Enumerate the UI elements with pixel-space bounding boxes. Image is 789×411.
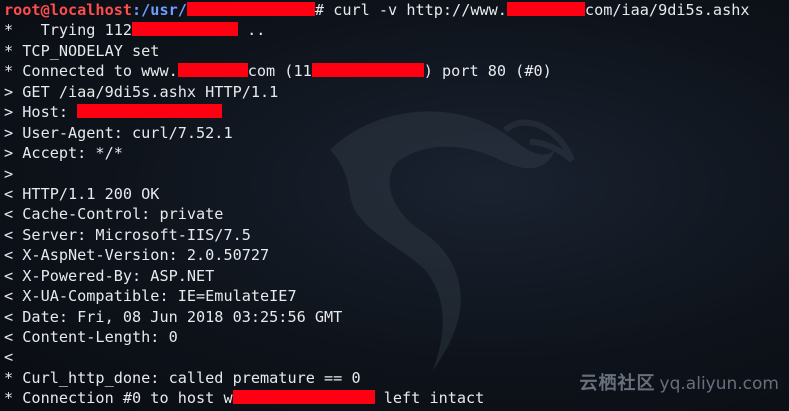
watermark: 云栖社区 yq.aliyun.com xyxy=(580,369,779,395)
redacted-block xyxy=(77,104,223,119)
output-line: * TCP_NODELAY set xyxy=(4,41,160,60)
prompt-path: :/usr/ xyxy=(132,1,187,19)
prompt-line: root@localhost:/usr/ # curl -v http://www… xyxy=(4,0,789,20)
output-line: < xyxy=(4,348,14,367)
output-line: * Connected to www. com (11 ) port 80 (#0) xyxy=(4,61,789,81)
output-text: ) port 80 (#0) xyxy=(423,62,552,81)
output-text: > Host: xyxy=(4,103,78,122)
output-text: * Connection #0 to host w xyxy=(4,389,233,408)
redacted-block xyxy=(186,2,315,16)
output-line: < X-AspNet-Version: 2.0.50727 xyxy=(4,246,270,265)
output-line: < X-Powered-By: ASP.NET xyxy=(4,266,215,285)
terminal-window[interactable]: root@localhost:/usr/ # curl -v http://www… xyxy=(0,0,789,411)
output-line: > Host: xyxy=(4,102,789,122)
output-text: * Connected to www. xyxy=(4,62,178,81)
redacted-block xyxy=(232,390,375,405)
output-text: * Trying 112 xyxy=(4,21,133,40)
redacted-block xyxy=(177,63,248,78)
prompt-user-host: root@localhost xyxy=(4,1,133,19)
output-line: < HTTP/1.1 200 OK xyxy=(4,184,160,203)
output-line: > User-Agent: curl/7.52.1 xyxy=(4,123,233,142)
output-line: < Date: Fri, 08 Jun 2018 03:25:56 GMT xyxy=(4,307,343,326)
output-line: < X-UA-Compatible: IE=EmulateIE7 xyxy=(4,287,297,306)
redacted-block xyxy=(132,22,239,37)
command-url-tail: com/iaa/9di5s.ashx xyxy=(584,1,750,19)
output-line: < Cache-Control: private xyxy=(4,205,224,224)
watermark-brand: 云栖社区 xyxy=(579,373,656,394)
redacted-block xyxy=(506,2,585,16)
output-line: < Server: Microsoft-IIS/7.5 xyxy=(4,225,251,244)
redacted-block xyxy=(311,63,424,78)
output-line: < Content-Length: 0 xyxy=(4,328,178,346)
command-text: curl -v http://www. xyxy=(324,1,507,19)
output-line: > GET /iaa/9di5s.ashx HTTP/1.1 xyxy=(4,82,279,101)
output-text: com (11 xyxy=(247,62,312,81)
output-line: > xyxy=(4,164,14,183)
output-text: .. xyxy=(238,21,266,40)
output-line: * Trying 112 .. xyxy=(4,20,789,40)
watermark-url: yq.aliyun.com xyxy=(659,374,779,394)
output-line: > Accept: */* xyxy=(4,144,123,163)
terminal-output: root@localhost:/usr/ # curl -v http://www… xyxy=(4,0,789,409)
output-text: left intact xyxy=(374,389,485,408)
prompt-hash: # xyxy=(314,1,325,19)
